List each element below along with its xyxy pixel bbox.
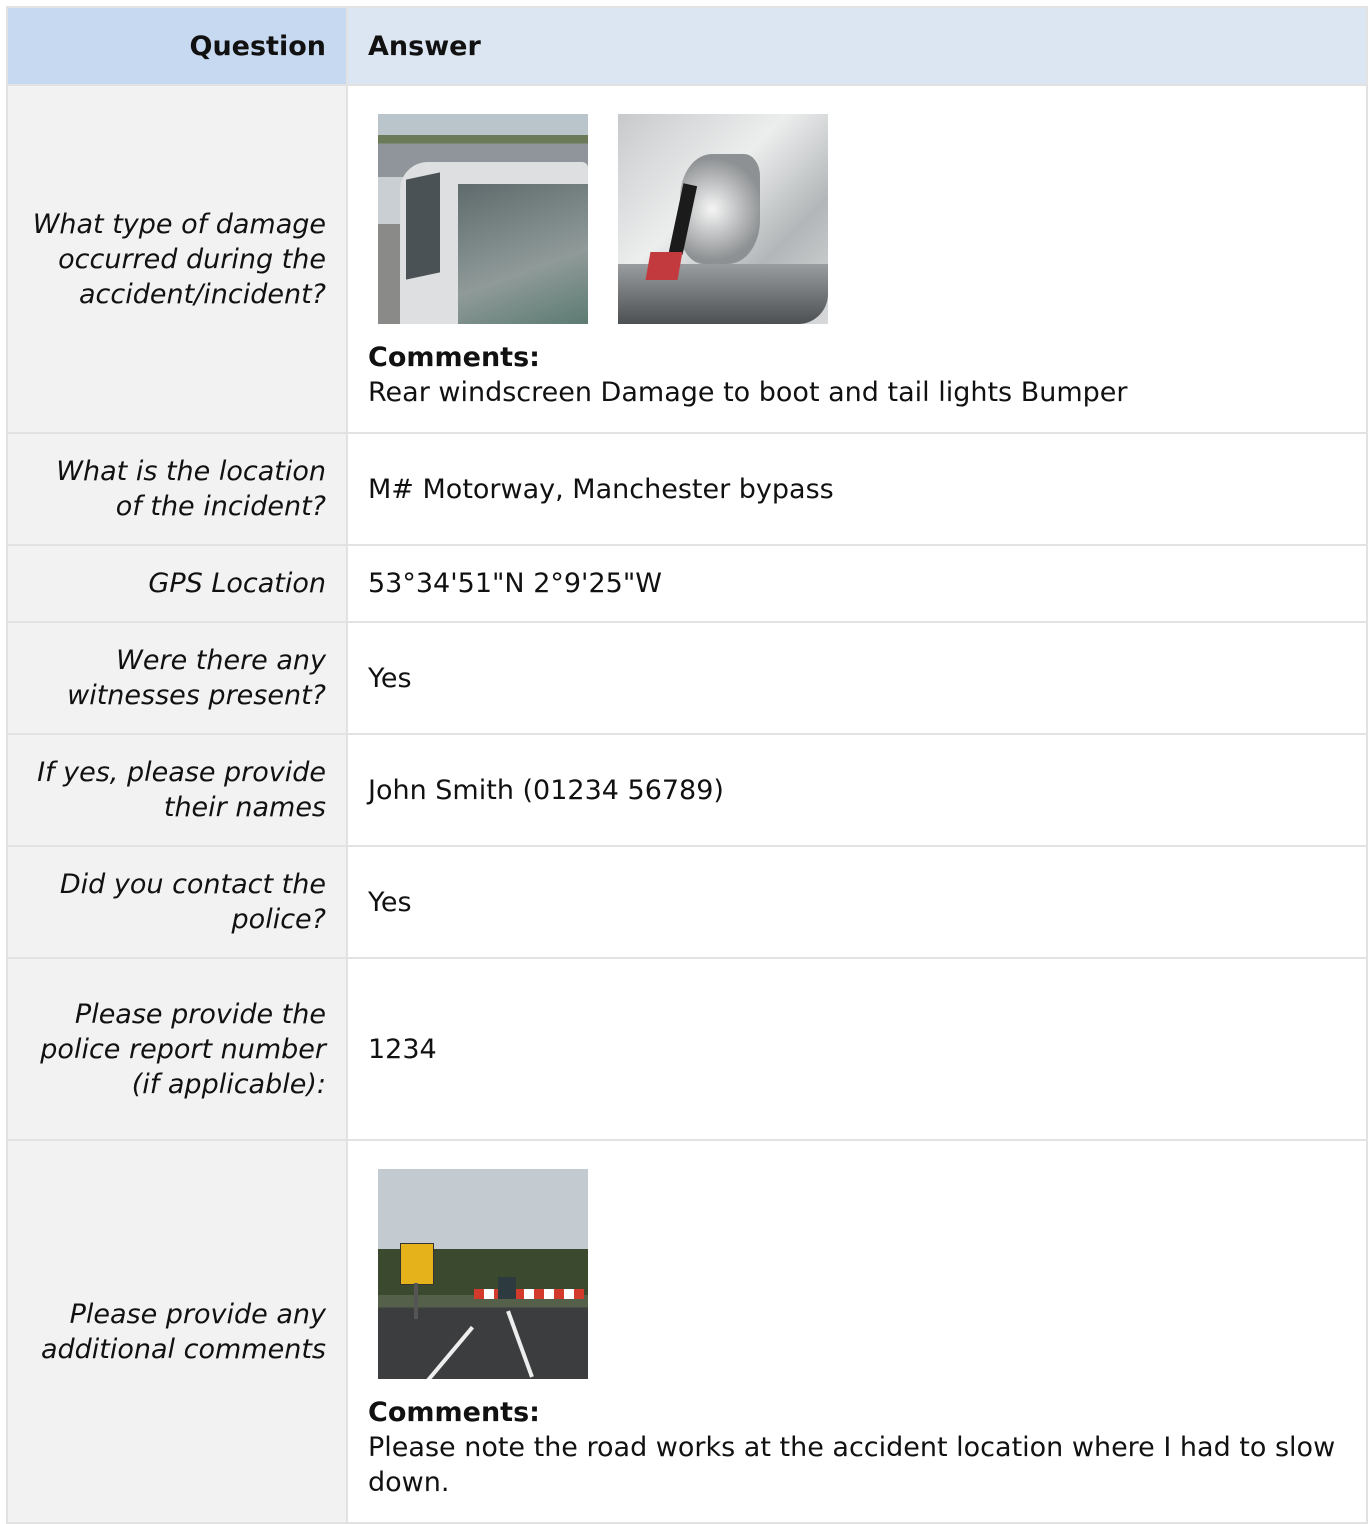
table-row: Please provide any additional comments C… bbox=[6, 1139, 1368, 1524]
answer-location: M# Motorway, Manchester bypass bbox=[346, 432, 1368, 546]
answer-damage: Comments: Rear windscreen Damage to boot… bbox=[346, 84, 1368, 434]
question-additional: Please provide any additional comments bbox=[6, 1139, 348, 1524]
question-police-report: Please provide the police report number … bbox=[6, 957, 348, 1141]
answer-gps: 53°34'51"N 2°9'25"W bbox=[346, 544, 1368, 623]
damage-photos bbox=[368, 86, 1346, 324]
answer-police-report: 1234 bbox=[346, 957, 1368, 1141]
damage-comments: Rear windscreen Damage to boot and tail … bbox=[368, 377, 1128, 408]
table-row: If yes, please provide their names John … bbox=[6, 733, 1368, 847]
damage-photo-bumper[interactable] bbox=[618, 114, 828, 324]
comments-label: Comments: bbox=[368, 1397, 540, 1428]
additional-photos bbox=[368, 1141, 1346, 1379]
additional-comments: Please note the road works at the accide… bbox=[368, 1432, 1336, 1498]
question-witness-names: If yes, please provide their names bbox=[6, 733, 348, 847]
answer-witness-names: John Smith (01234 56789) bbox=[346, 733, 1368, 847]
question-police: Did you contact the police? bbox=[6, 845, 348, 959]
answer-police: Yes bbox=[346, 845, 1368, 959]
question-damage: What type of damage occurred during the … bbox=[6, 84, 348, 434]
table-row: What type of damage occurred during the … bbox=[6, 84, 1368, 434]
question-gps: GPS Location bbox=[6, 544, 348, 623]
question-witnesses: Were there any witnesses present? bbox=[6, 621, 348, 735]
question-location: What is the location of the incident? bbox=[6, 432, 348, 546]
header-row: Question Answer bbox=[6, 6, 1368, 86]
answer-additional: Comments: Please note the road works at … bbox=[346, 1139, 1368, 1524]
table-row: Were there any witnesses present? Yes bbox=[6, 621, 1368, 735]
road-works-photo[interactable] bbox=[378, 1169, 588, 1379]
table-row: Did you contact the police? Yes bbox=[6, 845, 1368, 959]
table-row: Please provide the police report number … bbox=[6, 957, 1368, 1141]
table-row: What is the location of the incident? M#… bbox=[6, 432, 1368, 546]
damage-photo-rear-window[interactable] bbox=[378, 114, 588, 324]
comments-label: Comments: bbox=[368, 342, 540, 373]
answer-witnesses: Yes bbox=[346, 621, 1368, 735]
answer-header: Answer bbox=[346, 6, 1368, 86]
table-row: GPS Location 53°34'51"N 2°9'25"W bbox=[6, 544, 1368, 623]
report-table: Question Answer What type of damage occu… bbox=[6, 6, 1368, 1524]
question-header: Question bbox=[6, 6, 348, 86]
